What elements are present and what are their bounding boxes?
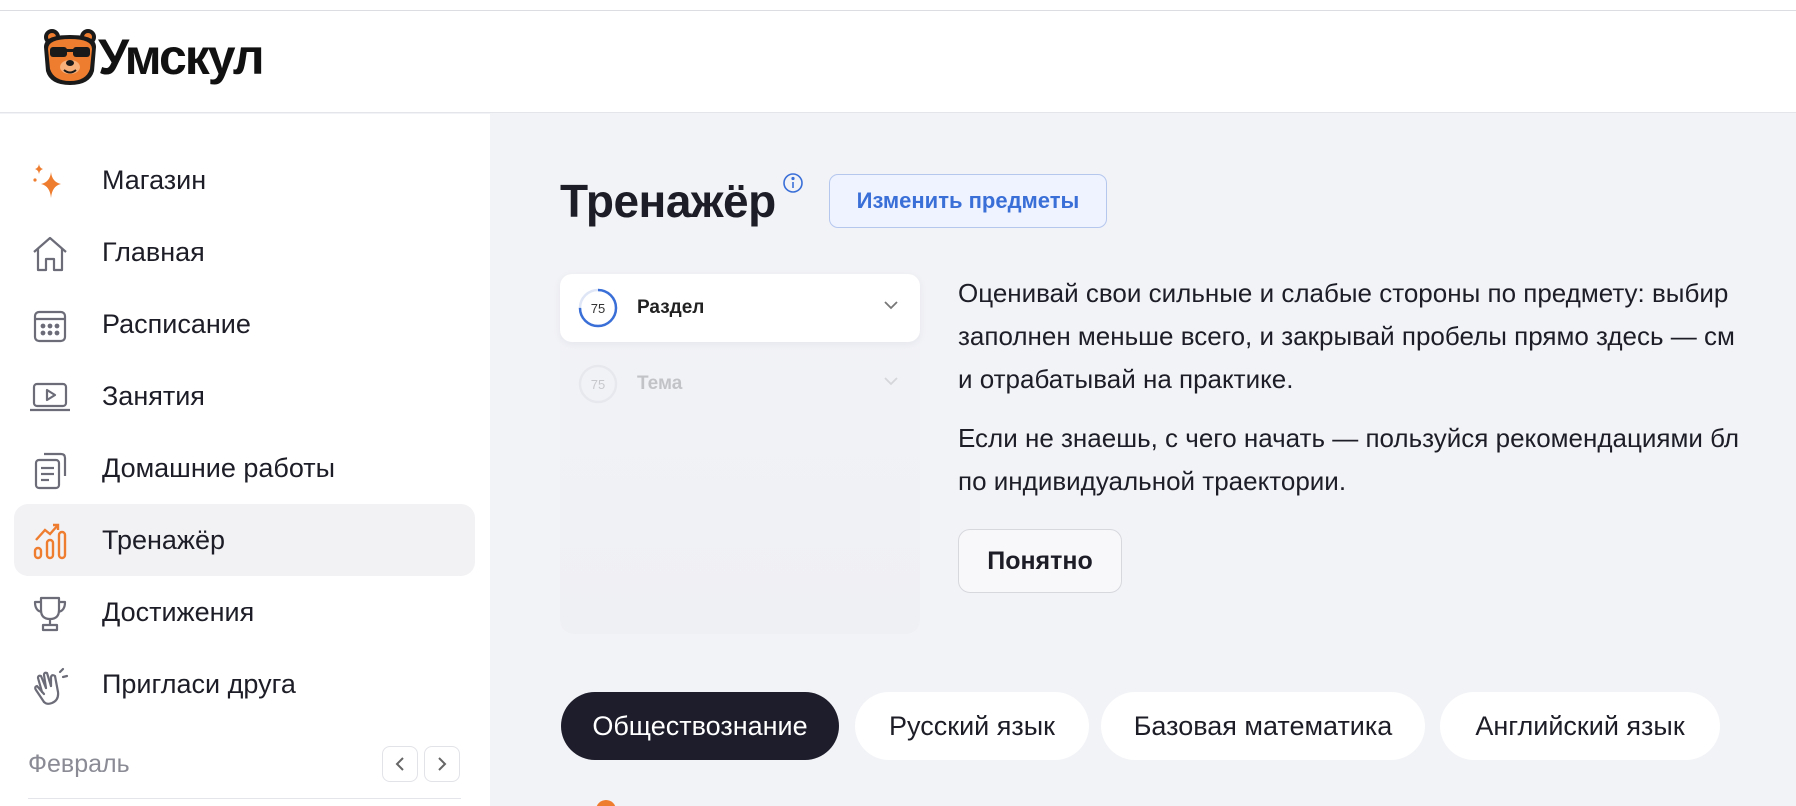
- chevron-down-icon: [884, 301, 898, 310]
- sidebar-item-label: Достижения: [102, 596, 255, 627]
- sidebar-item-invite-friend[interactable]: Пригласи друга: [14, 648, 475, 720]
- progress-value: 75: [590, 376, 606, 392]
- sidebar: Магазин Главная Расписание Занятия Домаш…: [0, 114, 490, 806]
- chevron-right-icon: [438, 757, 447, 771]
- home-icon: [28, 232, 72, 276]
- description-line: и отрабатывай на практике.: [958, 364, 1294, 394]
- sidebar-item-label: Расписание: [102, 308, 251, 339]
- next-month-button[interactable]: [424, 746, 460, 782]
- info-icon[interactable]: [782, 172, 804, 199]
- sidebar-item-home[interactable]: Главная: [14, 216, 475, 288]
- subject-tab-social-studies[interactable]: Обществознание: [561, 692, 839, 760]
- sidebar-item-trainer[interactable]: Тренажёр: [14, 504, 475, 576]
- trainer-description: Оценивай свои сильные и слабые стороны п…: [958, 272, 1739, 519]
- logo-text: Умскул: [98, 29, 265, 85]
- sidebar-item-label: Тренажёр: [102, 524, 226, 555]
- documents-icon: [28, 448, 72, 492]
- description-line: Если не знаешь, с чего начать — пользуйс…: [958, 423, 1739, 453]
- sparkle-icon: [28, 160, 72, 204]
- sidebar-item-shop[interactable]: Магазин: [14, 144, 475, 216]
- chevron-down-icon: [884, 377, 898, 386]
- notification-dot: [596, 800, 616, 806]
- main-content: Тренажёр Изменить предметы 75 Раздел 75 …: [490, 114, 1796, 806]
- description-line: заполнен меньше всего, и закрывай пробел…: [958, 321, 1735, 351]
- browser-top-strip: [0, 0, 1796, 11]
- page-title: Тренажёр: [560, 175, 776, 227]
- description-line: Оценивай свои сильные и слабые стороны п…: [958, 278, 1729, 308]
- topic-label: Тема: [637, 373, 683, 394]
- clapping-hands-icon: [28, 664, 72, 708]
- sidebar-item-schedule[interactable]: Расписание: [14, 288, 475, 360]
- subject-tab-basic-math[interactable]: Базовая математика: [1101, 692, 1425, 760]
- bar-chart-icon: [28, 520, 72, 564]
- calendar-month-label: Февраль: [28, 750, 130, 778]
- description-line: по индивидуальной траектории.: [958, 466, 1347, 496]
- laptop-play-icon: [28, 376, 72, 420]
- app-header: Умскул: [0, 11, 1796, 113]
- sidebar-item-homework[interactable]: Домашние работы: [14, 432, 475, 504]
- prev-month-button[interactable]: [382, 746, 418, 782]
- sidebar-item-label: Занятия: [102, 380, 205, 411]
- subject-tab-english[interactable]: Английский язык: [1440, 692, 1720, 760]
- sidebar-item-label: Главная: [102, 236, 205, 267]
- sidebar-item-label: Пригласи друга: [102, 668, 296, 699]
- section-row: 75 Раздел: [560, 274, 920, 342]
- calendar-icon: [28, 304, 72, 348]
- sidebar-item-label: Магазин: [102, 164, 207, 195]
- progress-value: 75: [590, 300, 606, 316]
- logo[interactable]: Умскул: [40, 27, 265, 87]
- trainer-demo-card: 75 Раздел 75 Тема: [560, 274, 920, 634]
- subject-tab-russian[interactable]: Русский язык: [855, 692, 1089, 760]
- bear-mascot-icon: [44, 29, 96, 85]
- understood-button[interactable]: Понятно: [958, 529, 1122, 593]
- sidebar-item-achievements[interactable]: Достижения: [14, 576, 475, 648]
- divider: [28, 798, 461, 799]
- section-label: Раздел: [637, 297, 705, 318]
- change-subjects-button[interactable]: Изменить предметы: [829, 174, 1107, 228]
- sidebar-item-lessons[interactable]: Занятия: [14, 360, 475, 432]
- chevron-left-icon: [395, 757, 404, 771]
- topic-row: 75 Тема: [560, 350, 920, 418]
- trophy-icon: [28, 592, 72, 636]
- sidebar-item-label: Домашние работы: [102, 452, 336, 483]
